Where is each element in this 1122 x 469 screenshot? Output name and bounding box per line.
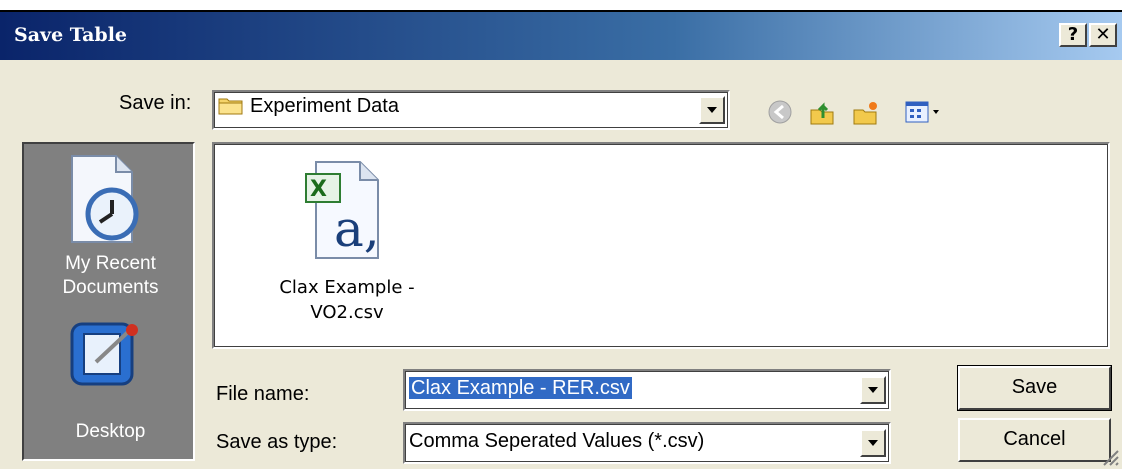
save-button[interactable]: Save [957, 365, 1112, 411]
place-label-desktop: Desktop [75, 421, 146, 442]
places-bar: My Recent Documents Desktop [22, 142, 195, 461]
svg-text:a,: a, [334, 200, 380, 258]
file-name-line2: VO2.csv [310, 302, 384, 323]
title-bar[interactable]: Save Table ? ✕ [0, 12, 1122, 60]
place-desktop[interactable]: Desktop [24, 312, 193, 459]
save-in-label: Save in: [119, 92, 192, 114]
save-in-dropdown-button[interactable] [699, 96, 725, 124]
file-name-field[interactable]: Clax Example - RER.csv [403, 369, 891, 411]
cancel-button[interactable]: Cancel [958, 418, 1111, 462]
place-my-recent-documents[interactable]: My Recent Documents [24, 144, 193, 312]
save-table-dialog: Save Table ? ✕ Save in: Experiment Data [0, 10, 1122, 469]
svg-text:X: X [310, 177, 327, 202]
resize-grip-icon[interactable] [1100, 447, 1120, 467]
desktop-icon [70, 322, 138, 386]
save-as-type-value: Comma Seperated Values (*.csv) [409, 430, 705, 452]
save-as-type-dropdown-button[interactable] [860, 429, 886, 457]
file-name-dropdown-button[interactable] [860, 376, 886, 404]
dialog-title: Save Table [14, 24, 127, 46]
file-name-line1: Clax Example - [279, 277, 415, 298]
up-folder-icon[interactable] [808, 98, 836, 126]
place-label-line1: My Recent [65, 253, 156, 274]
recent-documents-icon [71, 155, 139, 243]
view-menu-icon[interactable] [904, 98, 948, 126]
folder-icon [218, 98, 243, 115]
save-as-type-label: Save as type: [216, 431, 338, 453]
save-in-value: Experiment Data [250, 95, 399, 117]
excel-csv-icon: X a, [305, 161, 380, 259]
back-icon[interactable] [766, 98, 794, 126]
chevron-down-icon [868, 440, 878, 446]
new-folder-icon[interactable] [852, 98, 880, 126]
save-in-dropdown[interactable]: Experiment Data [212, 90, 730, 130]
file-name-value[interactable]: Clax Example - RER.csv [409, 377, 632, 399]
file-name-field-label: File name: [216, 383, 310, 405]
save-as-type-dropdown[interactable]: Comma Seperated Values (*.csv) [403, 422, 891, 464]
close-button[interactable]: ✕ [1089, 23, 1117, 47]
place-label-line2: Documents [62, 277, 159, 298]
chevron-down-icon [707, 107, 717, 113]
help-button[interactable]: ? [1059, 23, 1087, 47]
chevron-down-icon [868, 387, 878, 393]
file-name-label: Clax Example - VO2.csv [252, 275, 442, 325]
